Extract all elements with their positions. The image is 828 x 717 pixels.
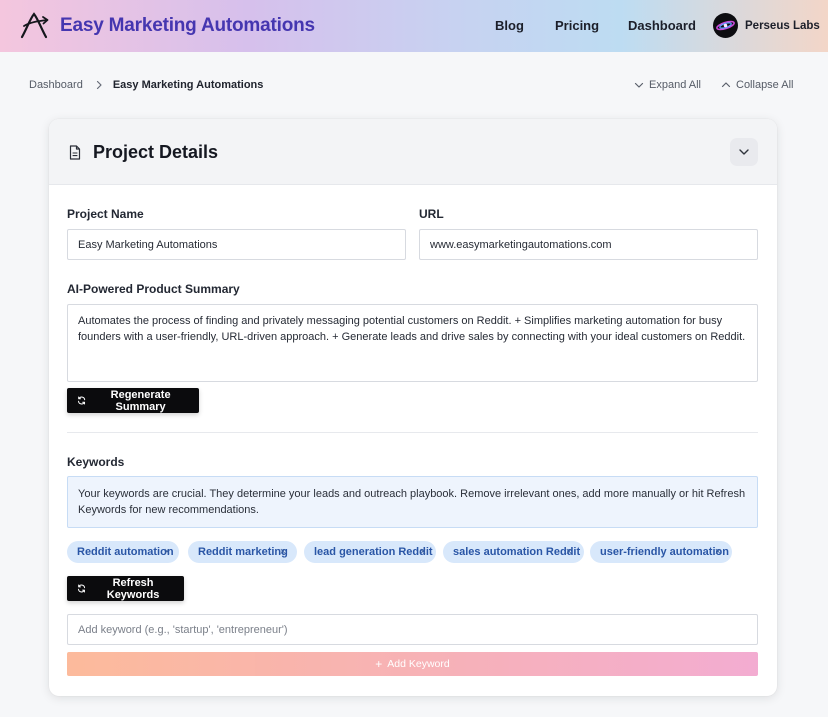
card-header[interactable]: Project Details	[49, 119, 777, 185]
keywords-label: Keywords	[67, 455, 125, 469]
section-title: Project Details	[93, 142, 219, 162]
url-label: URL	[419, 207, 444, 221]
nav-blog[interactable]: Blog	[495, 18, 524, 33]
expand-all-label: Expand All	[649, 79, 701, 91]
brand[interactable]: Easy Marketing Automations	[18, 10, 315, 42]
collapse-section-button[interactable]	[730, 138, 758, 166]
add-keyword-button[interactable]: + Add Keyword	[67, 652, 758, 676]
refresh-keywords-label: Refresh Keywords	[106, 576, 160, 601]
top-navigation-bar: Easy Marketing Automations Blog Pricing …	[0, 0, 828, 52]
summary-label: AI-Powered Product Summary	[67, 282, 240, 296]
remove-keyword-icon[interactable]: ×	[710, 541, 726, 563]
chevron-down-icon	[739, 149, 749, 155]
regenerate-summary-button[interactable]: Regenerate Summary	[67, 388, 199, 413]
brand-title: Easy Marketing Automations	[60, 15, 315, 36]
collapse-all-button[interactable]: Collapse All	[721, 79, 793, 91]
breadcrumb: Dashboard Easy Marketing Automations	[29, 79, 263, 91]
plus-icon: +	[375, 657, 383, 671]
org-avatar	[713, 13, 738, 38]
refresh-keywords-button[interactable]: Refresh Keywords	[67, 576, 184, 601]
add-keyword-label: Add Keyword	[387, 658, 450, 670]
summary-textarea[interactable]: Automates the process of finding and pri…	[67, 304, 758, 382]
remove-keyword-icon[interactable]: ×	[275, 541, 291, 563]
org-name: Perseus Labs	[745, 19, 820, 32]
nav-dashboard[interactable]: Dashboard	[628, 18, 696, 33]
remove-keyword-icon[interactable]: ×	[561, 541, 577, 563]
brand-logo-icon	[20, 12, 49, 39]
org-switcher[interactable]: Perseus Labs	[713, 13, 820, 38]
section-divider	[67, 432, 758, 433]
nav-pricing[interactable]: Pricing	[555, 18, 599, 33]
refresh-icon	[78, 584, 86, 593]
chevron-up-icon	[721, 82, 731, 88]
regenerate-summary-label: Regenerate Summary	[110, 388, 171, 413]
keywords-info-box: Your keywords are crucial. They determin…	[67, 476, 758, 528]
project-details-card: Project Details Project Name URL AI-Powe…	[49, 119, 777, 696]
project-name-input[interactable]	[67, 229, 406, 260]
galaxy-avatar-icon	[716, 20, 735, 31]
project-name-label: Project Name	[67, 207, 144, 221]
breadcrumb-current: Easy Marketing Automations	[112, 79, 264, 91]
document-icon	[69, 145, 81, 160]
add-keyword-input[interactable]	[67, 614, 758, 645]
breadcrumb-dashboard[interactable]: Dashboard	[29, 79, 83, 91]
refresh-icon	[78, 396, 86, 405]
expand-all-button[interactable]: Expand All	[634, 79, 701, 91]
collapse-all-label: Collapse All	[736, 79, 794, 91]
remove-keyword-icon[interactable]: ×	[415, 541, 431, 563]
chevron-down-icon	[634, 82, 644, 88]
remove-keyword-icon[interactable]: ×	[159, 541, 175, 563]
chevron-right-icon	[96, 80, 102, 90]
url-input[interactable]	[419, 229, 758, 260]
